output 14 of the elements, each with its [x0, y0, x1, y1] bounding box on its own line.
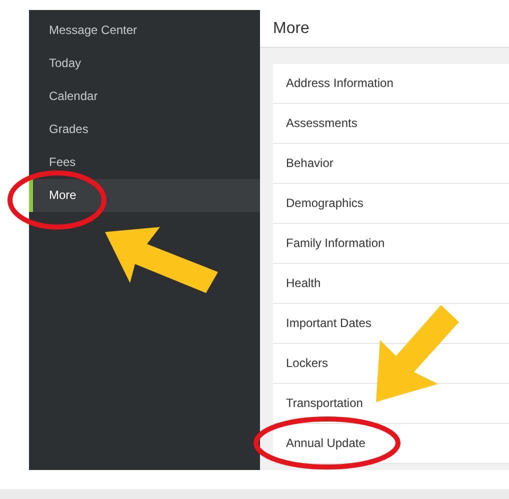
menu-item[interactable]: Address Information — [273, 64, 509, 104]
menu-item[interactable]: Demographics — [273, 184, 509, 224]
sidebar-item[interactable]: Grades — [29, 113, 260, 146]
menu-item[interactable]: Family Information — [273, 224, 509, 264]
sidebar-item[interactable]: Today — [29, 47, 260, 80]
sidebar-item[interactable]: More — [29, 179, 260, 212]
sidebar-item[interactable]: Calendar — [29, 80, 260, 113]
menu-item[interactable]: Assessments — [273, 104, 509, 144]
sidebar-item[interactable]: Message Center — [29, 14, 260, 47]
page-title: More — [273, 20, 310, 38]
menu-item[interactable]: Behavior — [273, 144, 509, 184]
menu-item[interactable]: Health — [273, 264, 509, 304]
menu-item[interactable]: Annual Update — [273, 424, 509, 464]
sidebar-item[interactable]: Fees — [29, 146, 260, 179]
